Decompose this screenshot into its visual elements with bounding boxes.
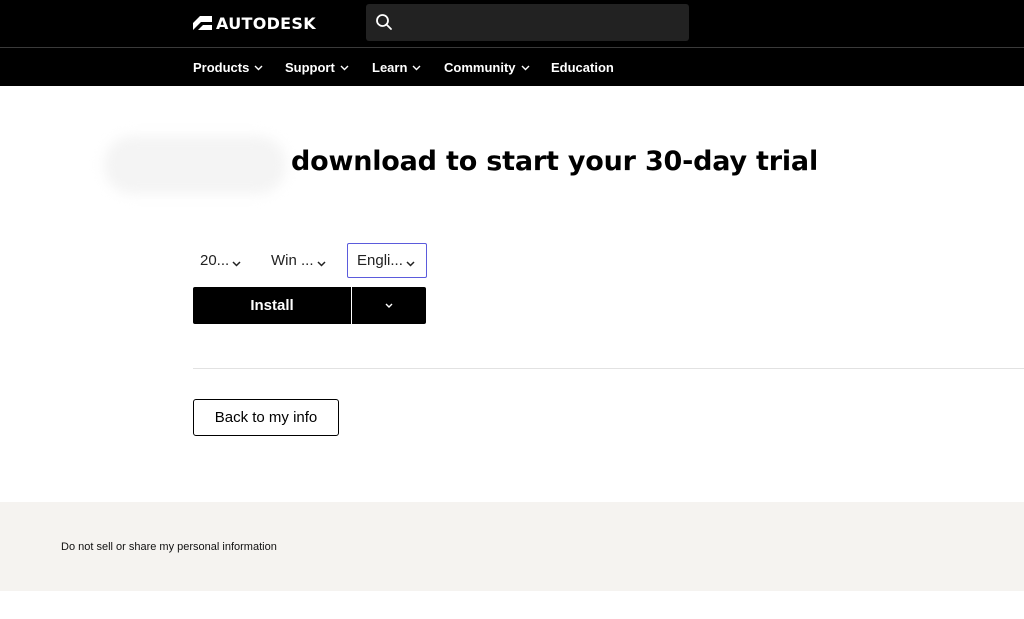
language-select[interactable]: Engli... <box>347 243 427 278</box>
os-select[interactable]: Win ... <box>262 243 332 278</box>
nav-item-support[interactable]: Support <box>285 60 349 75</box>
divider <box>193 368 1024 369</box>
chevron-down-icon <box>316 260 326 267</box>
autodesk-logo-icon <box>193 16 212 30</box>
version-select[interactable]: 20... <box>193 243 249 278</box>
back-to-my-info-button[interactable]: Back to my info <box>193 399 339 436</box>
language-select-value: Engli... <box>357 252 403 269</box>
nav-item-label: Products <box>193 60 250 75</box>
install-button[interactable]: Install <box>193 287 351 324</box>
autodesk-logo[interactable]: AUTODESK <box>193 13 316 33</box>
chevron-down-icon <box>254 65 263 70</box>
nav-item-education[interactable]: Education <box>551 60 614 75</box>
search-input[interactable] <box>366 4 689 41</box>
chevron-down-icon <box>232 260 241 267</box>
nav-item-products[interactable]: Products <box>193 60 263 75</box>
nav-item-learn[interactable]: Learn <box>372 60 421 75</box>
page-title: download to start your 30-day trial <box>291 146 819 177</box>
top-bar: AUTODESK <box>0 0 1024 47</box>
nav-item-community[interactable]: Community <box>444 60 530 75</box>
brand-name: AUTODESK <box>216 13 316 33</box>
redacted-product-name <box>104 136 286 194</box>
chevron-down-icon <box>521 65 529 70</box>
chevron-down-icon <box>412 65 421 70</box>
os-select-value: Win ... <box>271 252 314 269</box>
chevron-down-icon <box>340 65 349 70</box>
chevron-down-icon <box>385 303 393 308</box>
nav-item-label: Support <box>285 60 335 75</box>
version-select-value: 20... <box>200 252 230 269</box>
install-options-button[interactable] <box>352 287 426 324</box>
nav-item-label: Learn <box>372 60 408 75</box>
privacy-choices-link[interactable]: Do not sell or share my personal informa… <box>61 541 277 553</box>
chevron-down-icon <box>406 260 415 267</box>
main-nav: Products Support Learn Community Educati… <box>0 47 1024 86</box>
search-icon <box>376 14 392 30</box>
footer: Do not sell or share my personal informa… <box>0 502 1024 591</box>
nav-item-label: Community <box>444 60 516 75</box>
nav-item-label: Education <box>551 60 614 75</box>
